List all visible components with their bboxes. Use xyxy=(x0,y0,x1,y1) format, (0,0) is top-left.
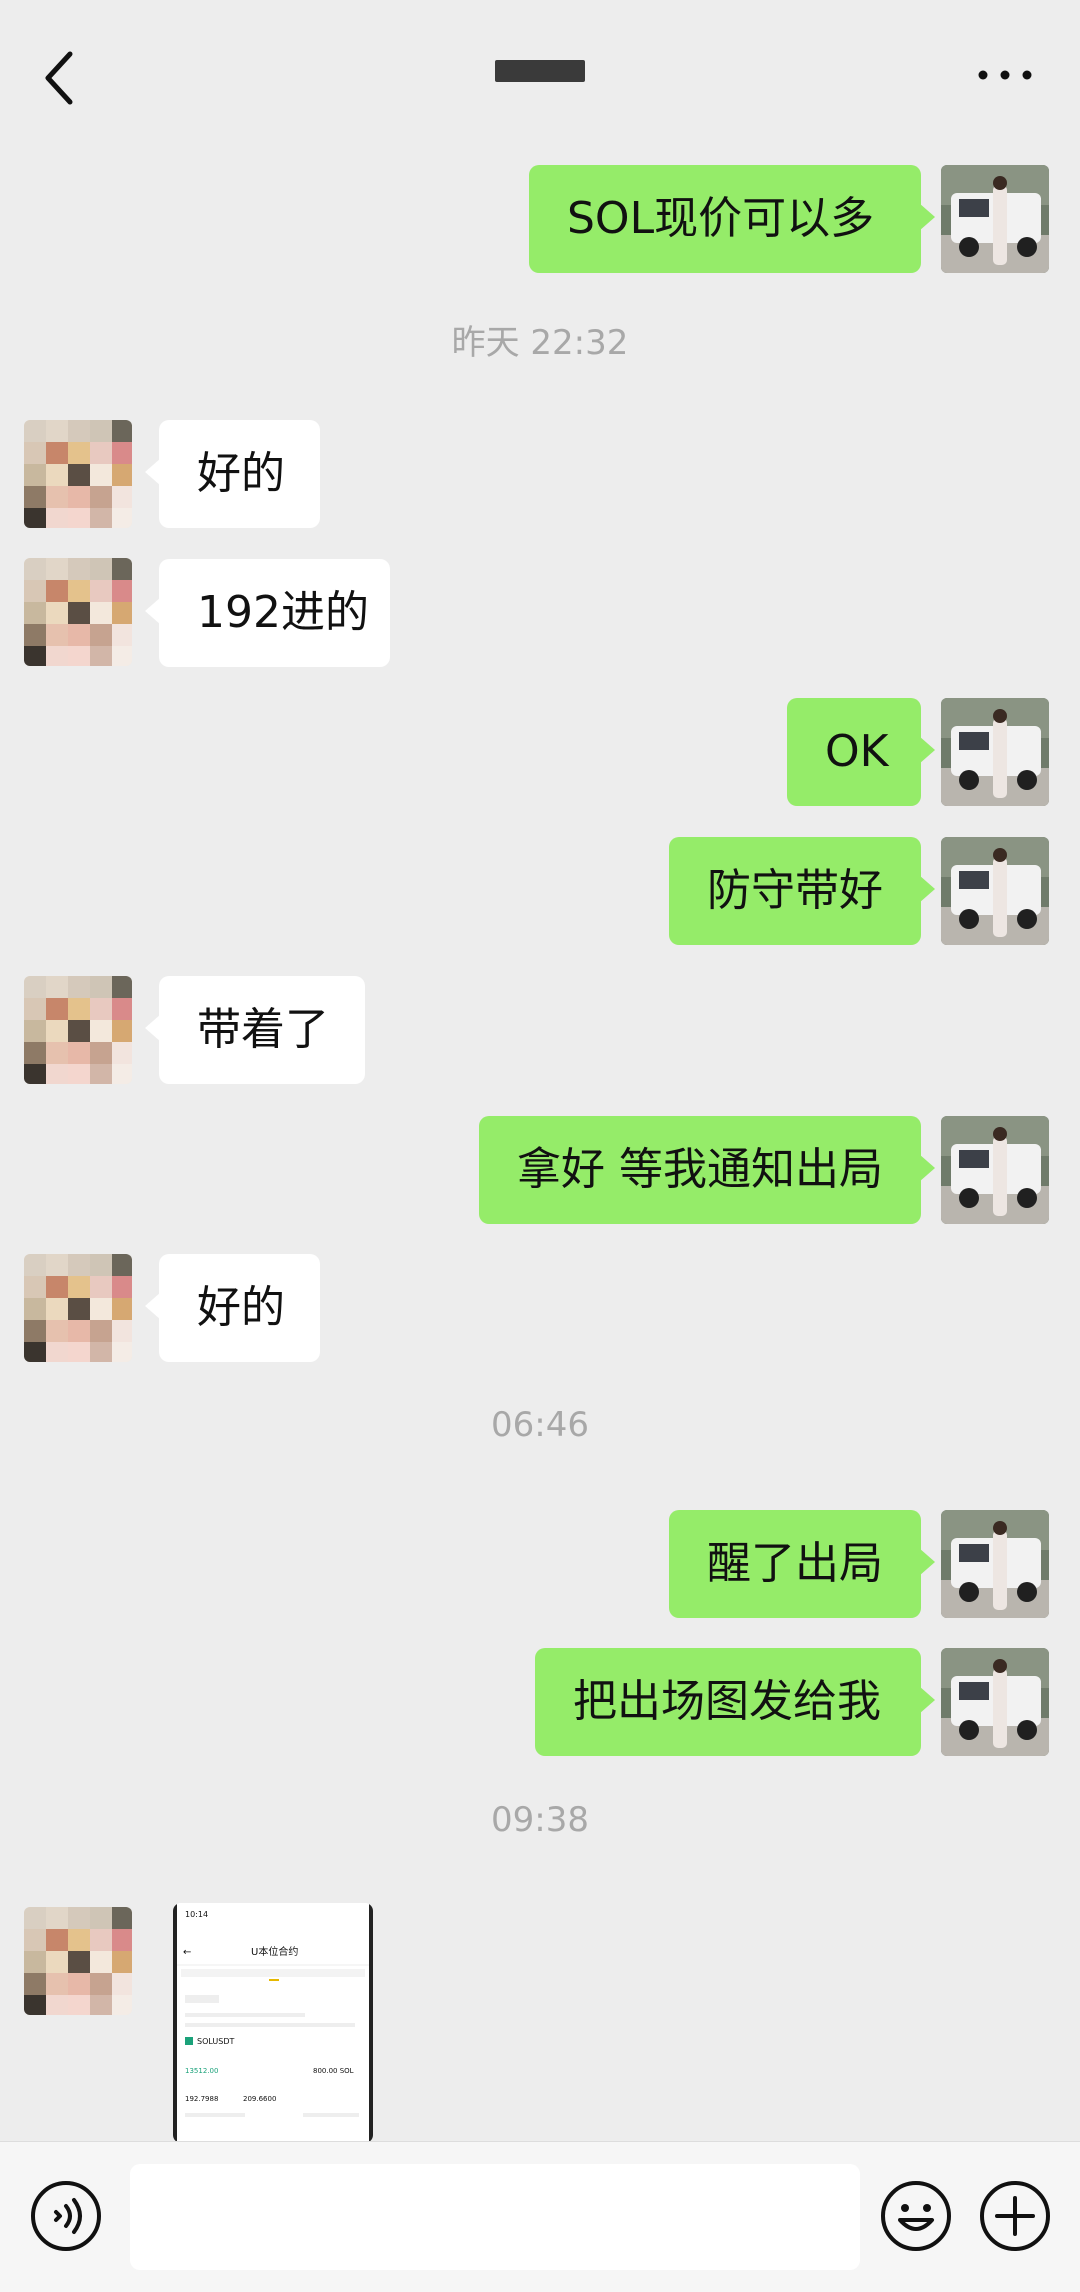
contact-avatar[interactable] xyxy=(24,420,132,528)
chat-title xyxy=(495,60,585,82)
outgoing-message[interactable]: OK xyxy=(787,698,935,806)
self-avatar[interactable] xyxy=(941,698,1049,806)
voice-icon[interactable] xyxy=(28,2178,104,2254)
plus-icon[interactable] xyxy=(977,2178,1053,2254)
contact-avatar[interactable] xyxy=(24,976,132,1084)
self-avatar[interactable] xyxy=(941,165,1049,273)
screenshot-value2: 800.00 SOL xyxy=(313,2067,354,2075)
screenshot-value3: 192.7988 xyxy=(185,2095,218,2103)
incoming-message[interactable]: 192进的 xyxy=(145,559,390,667)
self-avatar[interactable] xyxy=(941,1116,1049,1224)
input-bar xyxy=(0,2141,1080,2292)
incoming-message[interactable]: 好的 xyxy=(145,1254,320,1362)
contact-avatar[interactable] xyxy=(24,1254,132,1362)
timestamp: 09:38 xyxy=(491,1800,589,1840)
svg-text:←: ← xyxy=(183,1947,191,1958)
self-avatar[interactable] xyxy=(941,1648,1049,1756)
screenshot-title: U本位合约 xyxy=(251,1945,298,1958)
timestamp: 06:46 xyxy=(491,1405,589,1445)
screenshot-status-time: 10:14 xyxy=(185,1910,208,1919)
timestamp: 昨天 22:32 xyxy=(451,323,629,363)
chat-header xyxy=(0,0,1080,150)
self-avatar[interactable] xyxy=(941,1510,1049,1618)
outgoing-message[interactable]: 醒了出局 xyxy=(669,1510,935,1618)
incoming-message[interactable]: 带着了 xyxy=(145,976,365,1084)
incoming-message[interactable]: 好的 xyxy=(145,420,320,528)
image-message[interactable]: 10:14 ← U本位合约 SOLUSDT 13512.00 800.00 SO… xyxy=(173,1903,373,2143)
outgoing-message[interactable]: SOL现价可以多 xyxy=(529,165,935,273)
more-dots-icon[interactable] xyxy=(975,55,1035,95)
emoji-icon[interactable] xyxy=(878,2178,954,2254)
contact-avatar[interactable] xyxy=(24,558,132,666)
screenshot-symbol: SOLUSDT xyxy=(197,2037,235,2046)
chevron-left-icon[interactable] xyxy=(38,48,88,108)
message-input[interactable] xyxy=(130,2164,860,2270)
self-avatar[interactable] xyxy=(941,837,1049,945)
outgoing-message[interactable]: 把出场图发给我 xyxy=(535,1648,935,1756)
outgoing-message[interactable]: 防守带好 xyxy=(669,837,935,945)
screenshot-value1: 13512.00 xyxy=(185,2067,218,2075)
outgoing-message[interactable]: 拿好 等我通知出局 xyxy=(479,1116,935,1224)
screenshot-value4: 209.6600 xyxy=(243,2095,276,2103)
contact-avatar[interactable] xyxy=(24,1907,132,2015)
